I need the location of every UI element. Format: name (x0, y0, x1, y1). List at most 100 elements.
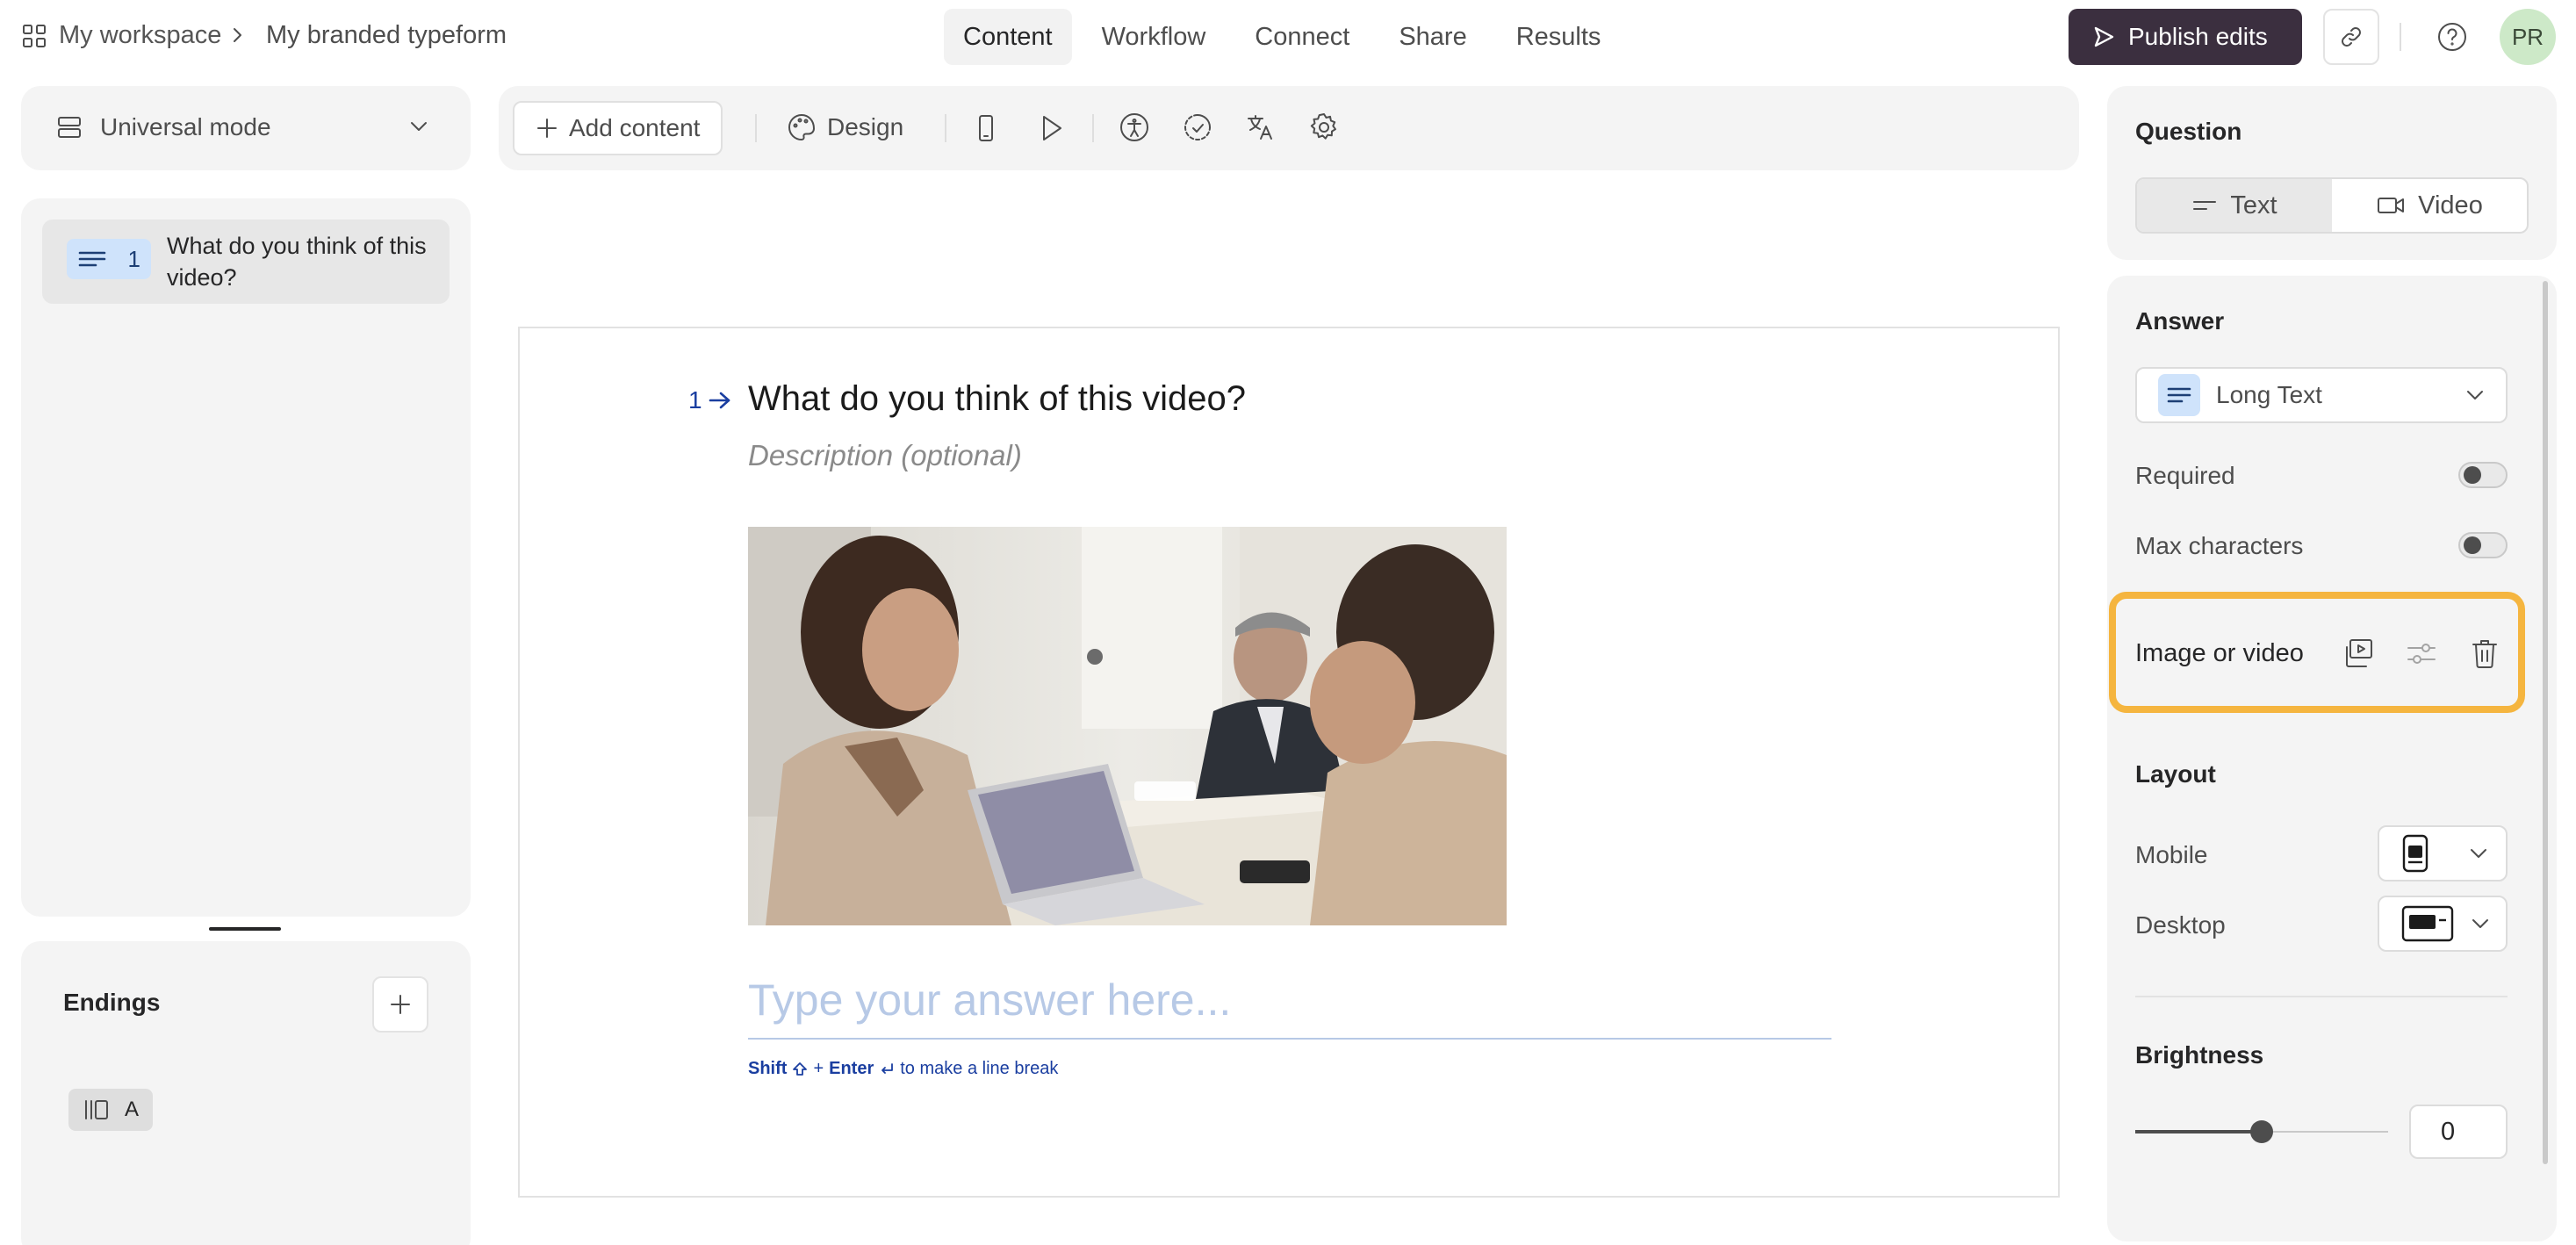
question-number-label: 1 (688, 386, 732, 414)
brightness-section-title: Brightness (2135, 1041, 2264, 1069)
max-characters-label: Max characters (2135, 532, 2304, 559)
apps-grid-icon[interactable] (21, 23, 47, 49)
max-characters-toggle[interactable] (2458, 532, 2508, 558)
slider-thumb[interactable] (2250, 1120, 2273, 1143)
arrow-right-icon (709, 392, 730, 409)
publish-label: Publish edits (2128, 23, 2268, 50)
hint-shift: Shift (748, 1059, 788, 1078)
replace-media-icon[interactable] (2341, 636, 2376, 671)
accessibility-icon[interactable] (1119, 112, 1150, 143)
tab-connect[interactable]: Connect (1235, 9, 1369, 65)
mobile-layout-select[interactable] (2378, 825, 2508, 882)
add-ending-button[interactable] (372, 976, 428, 1033)
ending-item[interactable]: A (68, 1089, 153, 1131)
endings-panel: Endings A (21, 941, 471, 1245)
hint-rest: to make a line break (900, 1059, 1059, 1078)
send-icon (2091, 25, 2116, 49)
long-text-icon (2158, 374, 2200, 416)
answer-input[interactable]: Type your answer here... (748, 975, 1231, 1026)
question-list-panel: 1 What do you think of this video? (21, 198, 471, 917)
required-label: Required (2135, 462, 2235, 489)
question-number: 1 (127, 245, 140, 272)
avatar[interactable]: PR (2500, 9, 2556, 65)
text-lines-icon (2193, 201, 2217, 210)
toolbar-divider (2400, 23, 2401, 51)
toolbar-divider (945, 114, 946, 142)
tab-workflow[interactable]: Workflow (1083, 9, 1226, 65)
delete-trash-icon[interactable] (2467, 636, 2502, 671)
main-tabs: Content Workflow Connect Share Results (944, 9, 1620, 65)
form-canvas: 1 What do you think of this video? Descr… (518, 327, 2060, 1198)
layout-section-title: Layout (2135, 760, 2216, 788)
list-item[interactable]: 1 What do you think of this video? (42, 219, 450, 304)
logic-icon[interactable] (1182, 112, 1213, 143)
help-icon[interactable] (2436, 21, 2468, 53)
video-camera-icon (2378, 198, 2405, 213)
adjust-sliders-icon[interactable] (2404, 636, 2439, 671)
design-button[interactable]: Design (787, 112, 903, 142)
slider-fill (2135, 1130, 2262, 1133)
mode-panel: Universal mode (21, 86, 471, 170)
toolbar-divider (755, 114, 757, 142)
breadcrumb-workspace[interactable]: My workspace (59, 21, 221, 50)
required-toggle[interactable] (2458, 462, 2508, 488)
description-input[interactable]: Description (optional) (748, 439, 1022, 472)
chevron-down-icon (2464, 386, 2486, 404)
desktop-layout-icon (2400, 904, 2455, 943)
brightness-slider[interactable] (2135, 1120, 2388, 1143)
add-content-button[interactable]: Add content (513, 101, 723, 155)
question-media-image[interactable] (748, 527, 1507, 925)
desktop-layout-label: Desktop (2135, 911, 2226, 939)
plus-icon (537, 119, 557, 138)
video-option-label: Video (2418, 191, 2483, 219)
shift-key-icon (792, 1061, 808, 1077)
ending-tag-label: A (124, 1097, 139, 1121)
question-type-video-option[interactable]: Video (2332, 179, 2527, 232)
question-section-title: Question (2135, 118, 2242, 145)
tab-content[interactable]: Content (944, 9, 1072, 65)
chevron-down-icon[interactable] (407, 118, 430, 135)
question-type-text-option[interactable]: Text (2137, 179, 2332, 232)
play-preview-icon[interactable] (1036, 112, 1066, 144)
line-break-hint: Shift + Enter to make a line break (748, 1059, 1058, 1079)
question-title-input[interactable]: What do you think of this video? (748, 379, 1246, 419)
scrollbar[interactable] (2543, 281, 2548, 1164)
desktop-layout-select[interactable] (2378, 896, 2508, 952)
enter-key-icon (879, 1061, 895, 1077)
translate-icon[interactable] (1245, 112, 1277, 143)
brightness-input[interactable]: 0 (2409, 1105, 2508, 1159)
image-or-video-label: Image or video (2135, 639, 2304, 667)
chevron-down-icon (2467, 845, 2490, 862)
design-label: Design (827, 113, 904, 140)
ending-icon (85, 1100, 108, 1119)
palette-icon (788, 114, 815, 140)
answer-section-title: Answer (2135, 307, 2225, 335)
layers-icon (56, 114, 83, 140)
tab-share[interactable]: Share (1379, 9, 1486, 65)
publish-button[interactable]: Publish edits (2069, 9, 2302, 65)
copy-link-button[interactable] (2323, 9, 2379, 65)
question-title: What do you think of this video? (167, 233, 427, 291)
answer-underline (748, 1038, 1831, 1040)
text-option-label: Text (2230, 191, 2277, 219)
mode-select-label[interactable]: Universal mode (100, 113, 271, 141)
chevron-right-icon (230, 26, 244, 44)
link-icon (2342, 27, 2361, 47)
settings-gear-icon[interactable] (1308, 112, 1340, 143)
mobile-layout-label: Mobile (2135, 841, 2208, 868)
endings-title: Endings (63, 989, 161, 1016)
chevron-down-icon (2469, 915, 2492, 932)
question-settings-panel: Question Text Video (2107, 86, 2557, 260)
image-or-video-row: Image or video (2109, 592, 2525, 713)
breadcrumb-form-name[interactable]: My branded typeform (266, 21, 507, 50)
editor-toolbar: Add content Design (499, 86, 2079, 170)
add-content-label: Add content (569, 114, 701, 141)
mobile-preview-icon[interactable] (971, 112, 1001, 144)
hint-plus: + (813, 1059, 824, 1078)
toolbar-divider (1092, 114, 1094, 142)
plus-icon (391, 995, 410, 1014)
resize-handle[interactable] (209, 927, 281, 931)
answer-type-select[interactable]: Long Text (2135, 367, 2508, 423)
question-type-toggle: Text Video (2135, 177, 2529, 234)
tab-results[interactable]: Results (1497, 9, 1621, 65)
